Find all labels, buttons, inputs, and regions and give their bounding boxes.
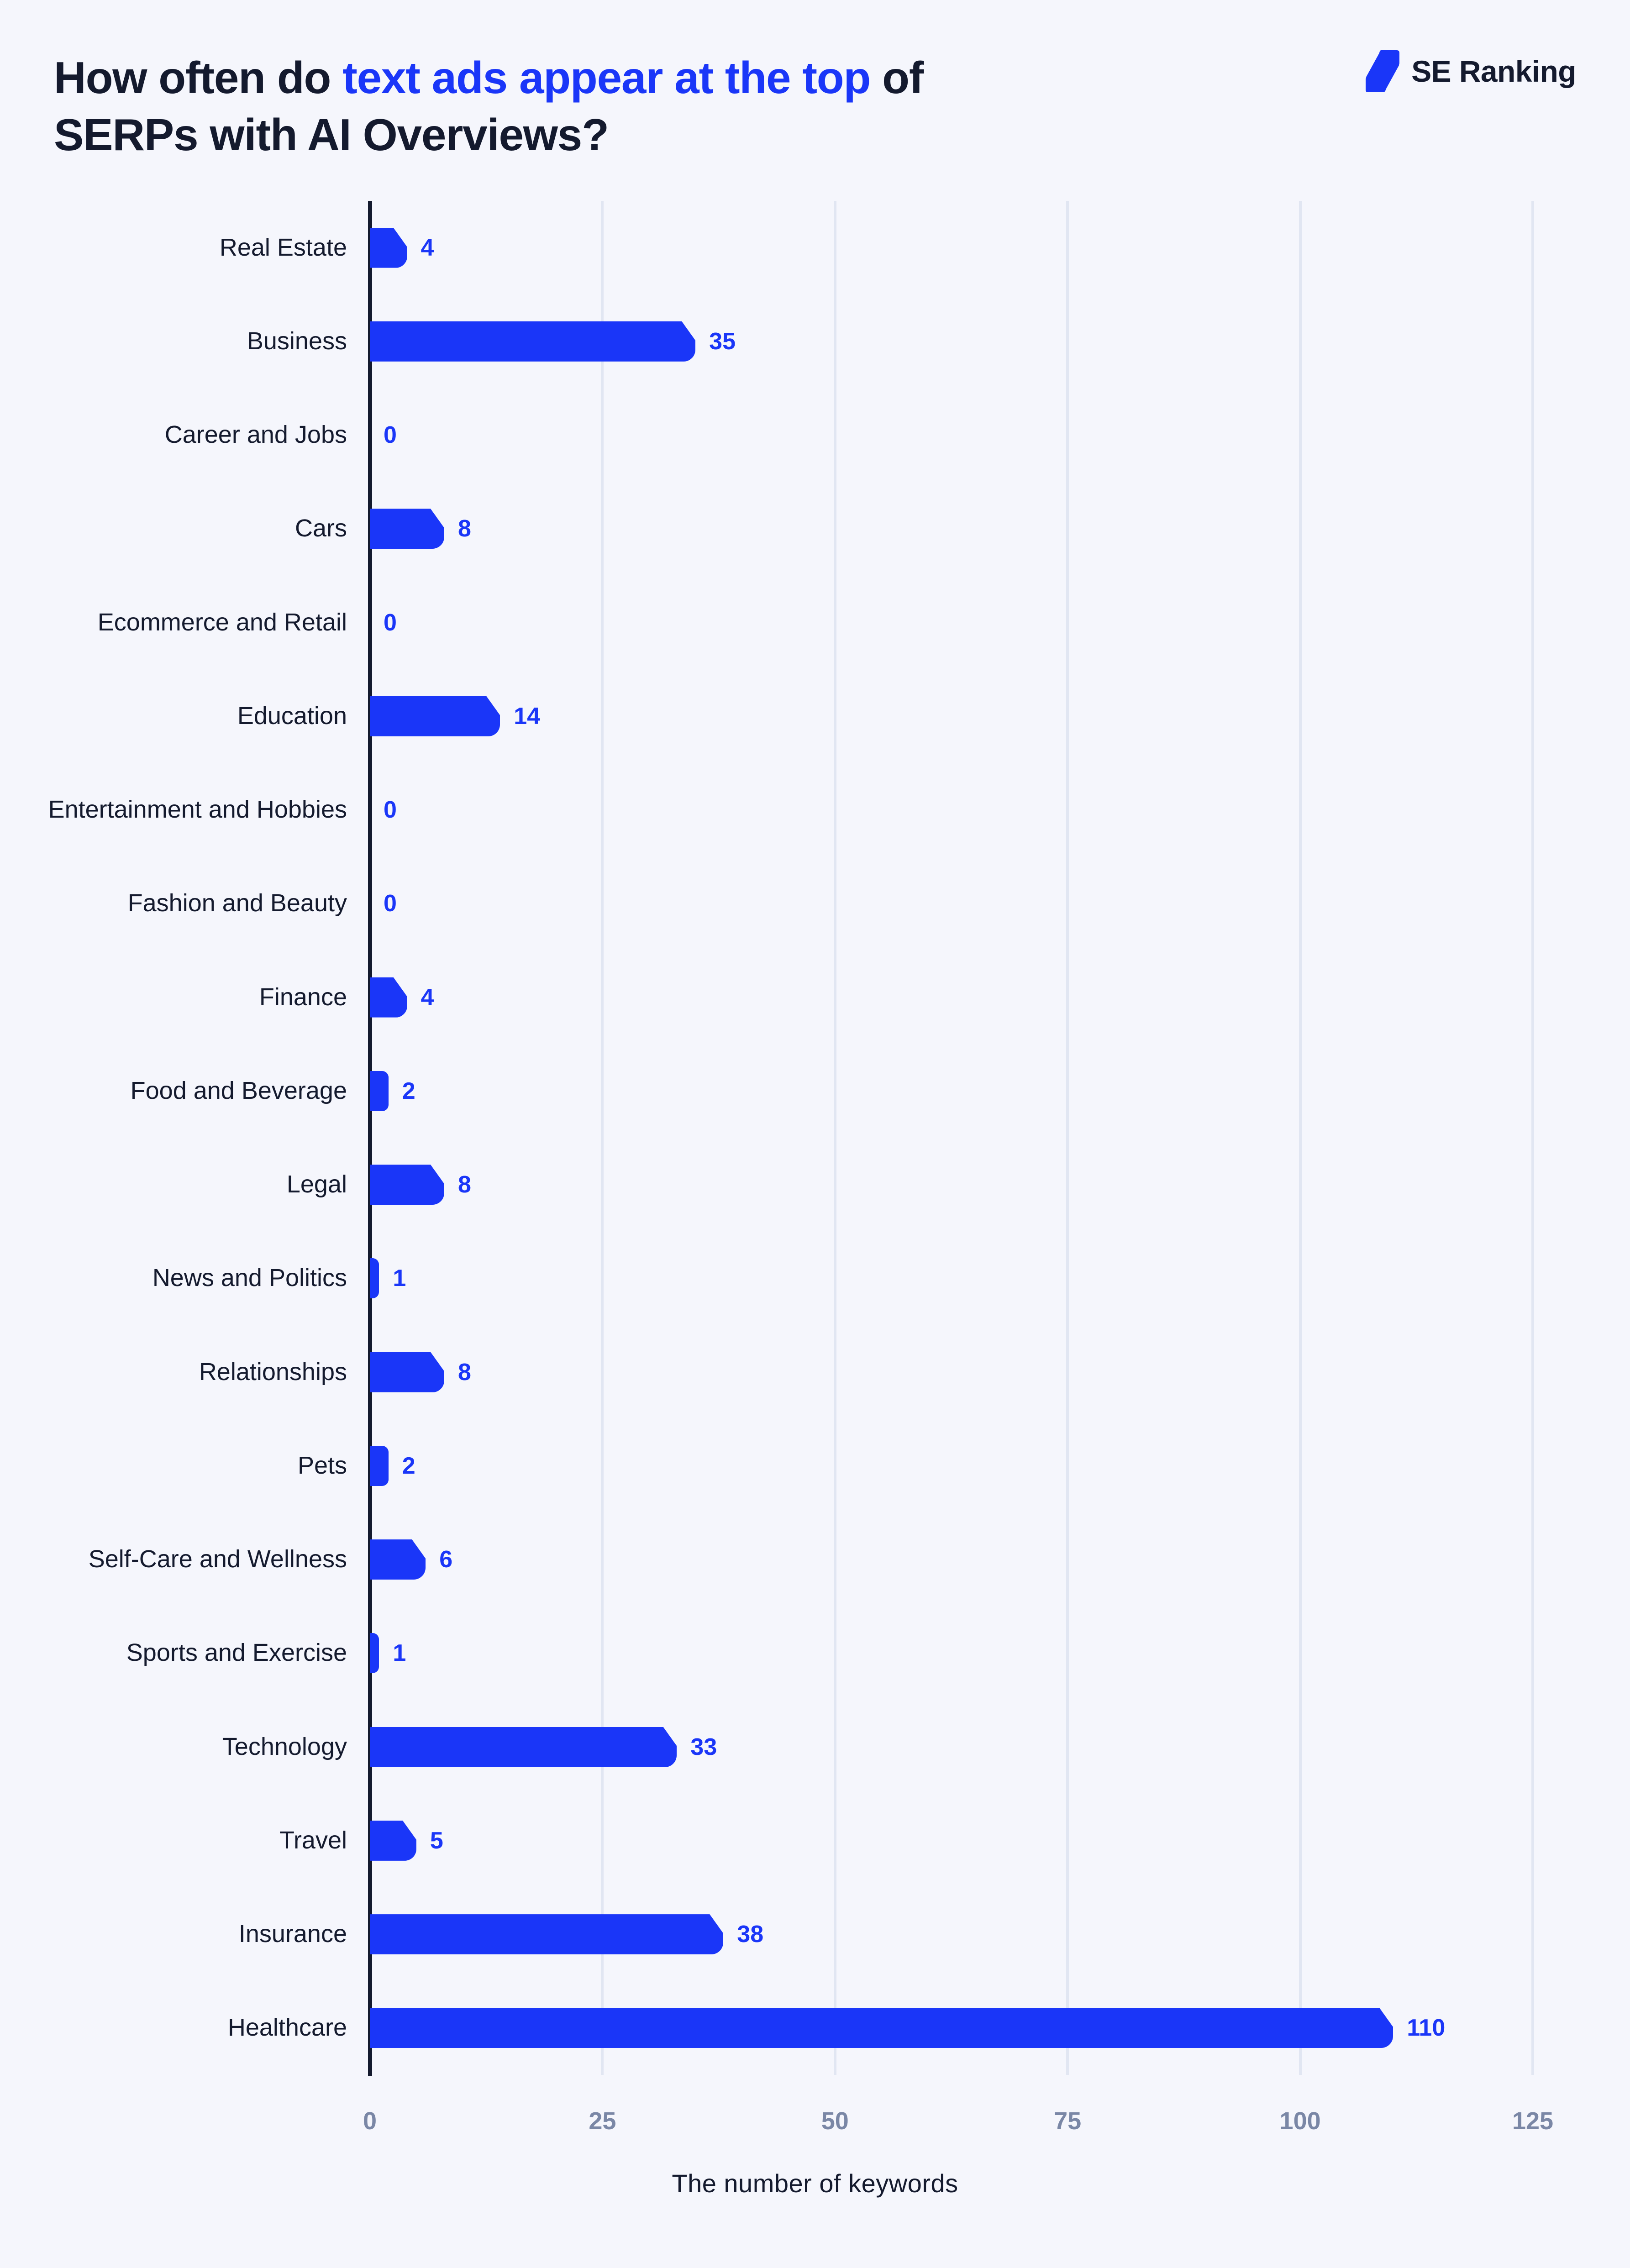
bar bbox=[370, 1633, 379, 1674]
category-label: Travel bbox=[279, 1826, 347, 1854]
bar-row: 1 bbox=[370, 1633, 1539, 1674]
category-label: Food and Beverage bbox=[130, 1076, 347, 1104]
category-label: Technology bbox=[222, 1732, 347, 1760]
category-label: Healthcare bbox=[227, 2014, 347, 2042]
bar-value-label: 5 bbox=[430, 1827, 443, 1854]
plot-area: 4 35 0 8 0 14 0 0 4 2 8 1 8 2 6 1 33 5 38 110 bbox=[370, 201, 1539, 2075]
bar bbox=[370, 1539, 426, 1580]
bar-row: 0 bbox=[370, 790, 1539, 830]
bar-value-label: 14 bbox=[514, 703, 541, 730]
bar-value-label: 2 bbox=[402, 1077, 415, 1104]
gridline bbox=[1531, 201, 1534, 2075]
category-label: Insurance bbox=[238, 1920, 347, 1948]
bar bbox=[370, 977, 407, 1018]
category-label: Business bbox=[247, 327, 347, 355]
gridline bbox=[1299, 201, 1302, 2075]
bar bbox=[370, 321, 695, 362]
category-label: News and Politics bbox=[152, 1264, 347, 1292]
bar bbox=[370, 1352, 444, 1392]
bar bbox=[370, 1165, 444, 1205]
bar-value-label: 35 bbox=[709, 328, 736, 355]
bar bbox=[370, 1914, 723, 1954]
bar-row: 8 bbox=[370, 509, 1539, 549]
bar-row: 0 bbox=[370, 883, 1539, 924]
bar-value-label: 0 bbox=[384, 890, 397, 917]
x-tick-label: 100 bbox=[1279, 2107, 1321, 2135]
bar-row: 5 bbox=[370, 1821, 1539, 1861]
bar-row: 4 bbox=[370, 977, 1539, 1018]
bar-value-label: 0 bbox=[384, 422, 397, 449]
bar-value-label: 110 bbox=[1407, 2015, 1446, 2042]
bar-value-label: 0 bbox=[384, 797, 397, 824]
x-axis-title: The number of keywords bbox=[672, 2169, 958, 2198]
bar-row: 0 bbox=[370, 415, 1539, 455]
gridline bbox=[833, 201, 836, 2075]
bar bbox=[370, 696, 500, 736]
bar-row: 38 bbox=[370, 1914, 1539, 1954]
bar-chart: 4 35 0 8 0 14 0 0 4 2 8 1 8 2 6 1 33 5 38 110 The number of… bbox=[0, 0, 1630, 2268]
gridline bbox=[601, 201, 604, 2075]
bar bbox=[370, 1445, 389, 1486]
bar-row: 33 bbox=[370, 1727, 1539, 1767]
bar bbox=[370, 1727, 677, 1767]
x-tick-label: 50 bbox=[821, 2107, 849, 2135]
bar bbox=[370, 509, 444, 549]
bar-row: 4 bbox=[370, 228, 1539, 268]
bar-row: 14 bbox=[370, 696, 1539, 736]
bar-value-label: 0 bbox=[384, 609, 397, 636]
category-label: Pets bbox=[297, 1451, 347, 1479]
bar-value-label: 33 bbox=[690, 1733, 717, 1760]
bar-value-label: 4 bbox=[421, 984, 434, 1011]
bar-value-label: 8 bbox=[458, 1171, 471, 1198]
x-tick-label: 75 bbox=[1054, 2107, 1082, 2135]
bar-row: 8 bbox=[370, 1352, 1539, 1392]
bar bbox=[370, 1071, 389, 1111]
x-tick-label: 125 bbox=[1512, 2107, 1554, 2135]
category-label: Ecommerce and Retail bbox=[97, 608, 347, 636]
bar-row: 0 bbox=[370, 603, 1539, 643]
bar bbox=[370, 1821, 416, 1861]
bar-row: 2 bbox=[370, 1071, 1539, 1111]
bar bbox=[370, 228, 407, 268]
bar-row: 6 bbox=[370, 1539, 1539, 1580]
x-tick-label: 25 bbox=[589, 2107, 616, 2135]
bar-value-label: 8 bbox=[458, 515, 471, 542]
category-label: Sports and Exercise bbox=[126, 1639, 347, 1667]
category-label: Entertainment and Hobbies bbox=[48, 796, 347, 824]
category-label: Cars bbox=[294, 514, 347, 542]
bar-row: 2 bbox=[370, 1445, 1539, 1486]
bar-value-label: 2 bbox=[402, 1452, 415, 1479]
category-label: Self-Care and Wellness bbox=[88, 1545, 347, 1573]
bar-value-label: 1 bbox=[393, 1265, 406, 1292]
category-label: Fashion and Beauty bbox=[127, 889, 347, 917]
bar-value-label: 1 bbox=[393, 1640, 406, 1667]
category-label: Legal bbox=[286, 1171, 347, 1198]
bar-value-label: 38 bbox=[737, 1921, 764, 1948]
category-label: Relationships bbox=[199, 1358, 347, 1386]
bar-row: 35 bbox=[370, 321, 1539, 362]
bar-value-label: 6 bbox=[439, 1546, 453, 1573]
category-label: Career and Jobs bbox=[164, 421, 347, 449]
category-label: Real Estate bbox=[219, 233, 347, 261]
bar-row: 1 bbox=[370, 1258, 1539, 1299]
category-label: Finance bbox=[259, 983, 347, 1011]
bar bbox=[370, 1258, 379, 1299]
gridline bbox=[1066, 201, 1069, 2075]
bar-value-label: 8 bbox=[458, 1359, 471, 1386]
bar-value-label: 4 bbox=[421, 234, 434, 261]
bar-row: 8 bbox=[370, 1165, 1539, 1205]
x-tick-label: 0 bbox=[363, 2107, 377, 2135]
category-label: Education bbox=[237, 702, 347, 730]
bar-row: 110 bbox=[370, 2008, 1539, 2048]
bar bbox=[370, 2008, 1393, 2048]
